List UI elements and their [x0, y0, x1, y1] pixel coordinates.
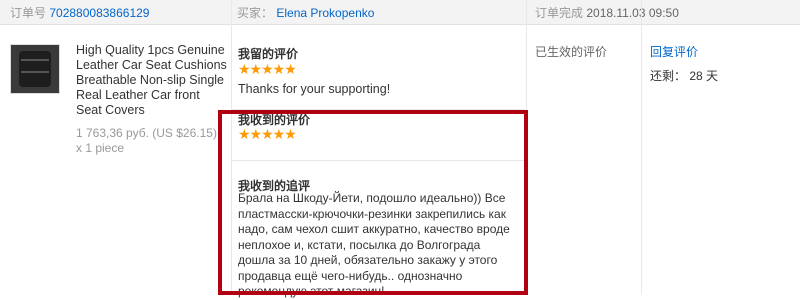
my-review-title: 我留的评价	[238, 47, 299, 61]
completed-time: 2018.11.03 09:50	[586, 6, 679, 20]
completed-label: 订单完成	[535, 6, 584, 20]
reply-review-link[interactable]: 回复评价	[650, 43, 698, 60]
product-quantity: x 1 piece	[76, 141, 125, 155]
product-thumbnail[interactable]	[10, 44, 60, 94]
buyer-cell: 买家： Elena Prokopenko	[237, 4, 374, 21]
highlight-box	[218, 110, 528, 295]
order-header: 订单号 702880083866129 买家： Elena Prokopenko…	[0, 0, 800, 25]
buyer-label: 买家：	[237, 6, 274, 20]
my-review-stars: ★★★★★	[238, 61, 297, 77]
remaining-value: 28 天	[689, 69, 719, 83]
buyer-name-link[interactable]: Elena Prokopenko	[276, 6, 374, 20]
product-title[interactable]: High Quality 1pcs Genuine Leather Car Se…	[76, 43, 228, 118]
order-number-cell: 订单号 702880083866129	[10, 4, 149, 21]
column-divider	[641, 0, 642, 295]
order-number-link[interactable]: 702880083866129	[49, 6, 149, 20]
my-review-text: Thanks for your supporting!	[238, 82, 391, 96]
product-price: 1 763,36 руб. (US $26.15)	[76, 126, 217, 140]
remaining-time: 还剩： 28 天	[650, 67, 718, 84]
order-number-label: 订单号	[10, 6, 47, 20]
completed-cell: 订单完成 2018.11.03 09:50	[535, 4, 679, 21]
review-status: 已生效的评价	[535, 45, 608, 59]
remaining-label: 还剩：	[650, 69, 687, 83]
seat-cover-image	[19, 51, 51, 87]
